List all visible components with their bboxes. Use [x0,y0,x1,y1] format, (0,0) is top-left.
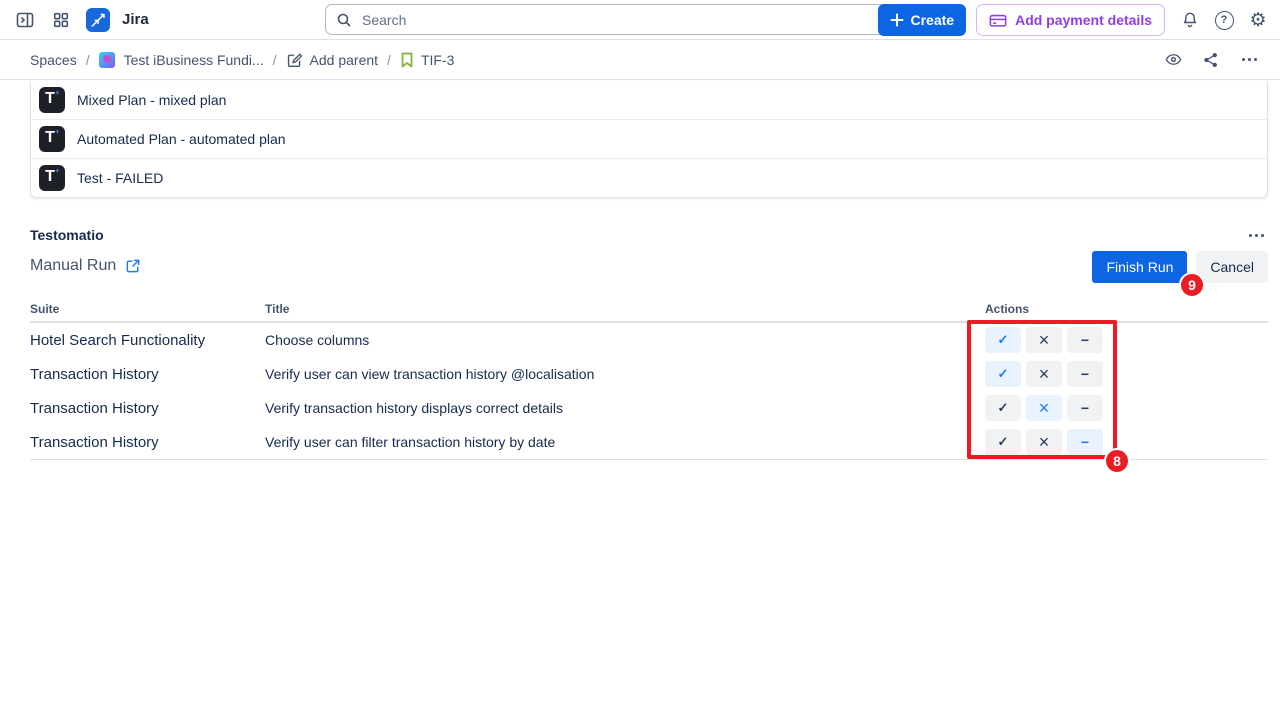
actions-cell: ✓×− [985,327,1268,353]
plan-label: Test - FAILED [77,170,163,186]
suite-cell: Transaction History [30,400,265,417]
action-pass-button[interactable]: ✓ [985,429,1021,455]
more-icon [1249,234,1264,237]
add-parent-label: Add parent [310,52,379,68]
plans-list: T' Mixed Plan - mixed plan T' Automated … [30,81,1268,198]
column-header-suite: Suite [30,302,265,316]
breadcrumb-space-name[interactable]: Test iBusiness Fundi... [124,52,264,68]
help-button[interactable]: ? [1209,5,1239,35]
testomat-icon: T' [39,165,65,191]
breadcrumb: Spaces / Test iBusiness Fundi... / Add p… [0,40,1280,80]
suite-cell: Transaction History [30,366,265,383]
create-button-label: Create [910,12,954,28]
search-input[interactable] [360,11,891,29]
cancel-button[interactable]: Cancel [1196,251,1268,283]
global-search[interactable] [325,4,902,35]
more-icon [1242,58,1257,61]
testomatio-more-button[interactable] [1245,230,1268,241]
title-cell: Choose columns [265,332,985,348]
jira-logo-icon[interactable]: ↗↗ [86,8,110,32]
list-item[interactable]: T' Test - FAILED [31,158,1267,197]
list-item[interactable]: T' Mixed Plan - mixed plan [31,81,1267,119]
breadcrumb-add-parent[interactable]: Add parent [286,51,379,68]
action-fail-button[interactable]: × [1026,395,1062,421]
title-cell: Verify user can filter transaction histo… [265,434,985,450]
finish-run-button[interactable]: Finish Run [1092,251,1187,283]
breadcrumb-separator: / [273,52,277,68]
column-header-actions: Actions [985,302,1268,316]
top-navigation: ↗↗ Jira Create [0,0,1280,40]
actions-cell: ✓×− [985,429,1268,455]
action-skip-button[interactable]: − [1067,361,1103,387]
title-cell: Verify user can view transaction history… [265,366,985,382]
plan-label: Mixed Plan - mixed plan [77,92,226,108]
notifications-button[interactable] [1175,5,1205,35]
share-icon [1202,51,1220,69]
action-skip-button[interactable]: − [1067,395,1103,421]
table-row: Transaction HistoryVerify user can view … [30,357,1268,391]
suite-cell: Transaction History [30,434,265,451]
question-icon: ? [1215,11,1234,30]
testomatio-heading: Testomatio [30,227,104,243]
action-fail-button[interactable]: × [1026,327,1062,353]
action-fail-button[interactable]: × [1026,361,1062,387]
testomat-icon: T' [39,87,65,113]
bell-icon [1180,10,1200,30]
search-icon [336,12,352,28]
action-pass-button[interactable]: ✓ [985,395,1021,421]
action-pass-button[interactable]: ✓ [985,361,1021,387]
edit-icon [286,51,303,68]
payment-button-label: Add payment details [1015,12,1152,28]
sidebar-expand-icon [15,10,35,30]
credit-card-icon [989,13,1007,28]
action-pass-button[interactable]: ✓ [985,327,1021,353]
app-grid-icon [52,11,70,29]
watch-button[interactable] [1158,45,1188,75]
space-avatar [99,52,115,68]
actions-cell: ✓×− [985,361,1268,387]
breadcrumb-separator: / [387,52,391,68]
share-button[interactable] [1196,45,1226,75]
create-button[interactable]: Create [878,4,966,36]
table-row: Transaction HistoryVerify user can filte… [30,425,1268,459]
settings-button[interactable]: ⚙ [1243,5,1273,35]
add-payment-details-button[interactable]: Add payment details [976,4,1165,36]
test-table: Suite Title Actions Hotel Search Functio… [30,300,1268,460]
table-header: Suite Title Actions [30,300,1268,323]
breadcrumb-issue[interactable]: TIF-3 [400,52,454,68]
suite-cell: Hotel Search Functionality [30,332,265,349]
action-skip-button[interactable]: − [1067,429,1103,455]
breadcrumb-spaces[interactable]: Spaces [30,52,77,68]
issue-key-label: TIF-3 [421,52,454,68]
eye-icon [1164,50,1183,69]
actions-cell: ✓×− [985,395,1268,421]
gear-icon: ⚙ [1249,11,1266,30]
sidebar-toggle-button[interactable] [10,5,40,35]
list-item[interactable]: T' Automated Plan - automated plan [31,119,1267,158]
test-rows: Hotel Search FunctionalityChoose columns… [30,323,1268,460]
page-more-button[interactable] [1234,45,1264,75]
plus-icon [890,13,904,27]
column-header-title: Title [265,302,985,316]
action-skip-button[interactable]: − [1067,327,1103,353]
testomat-icon: T' [39,126,65,152]
title-cell: Verify transaction history displays corr… [265,400,985,416]
table-row: Hotel Search FunctionalityChoose columns… [30,323,1268,357]
bookmark-icon [400,52,414,68]
plan-label: Automated Plan - automated plan [77,131,286,147]
app-switcher-button[interactable] [46,5,76,35]
table-row: Transaction HistoryVerify transaction hi… [30,391,1268,425]
app-title: Jira [122,11,149,28]
breadcrumb-separator: / [86,52,90,68]
action-fail-button[interactable]: × [1026,429,1062,455]
